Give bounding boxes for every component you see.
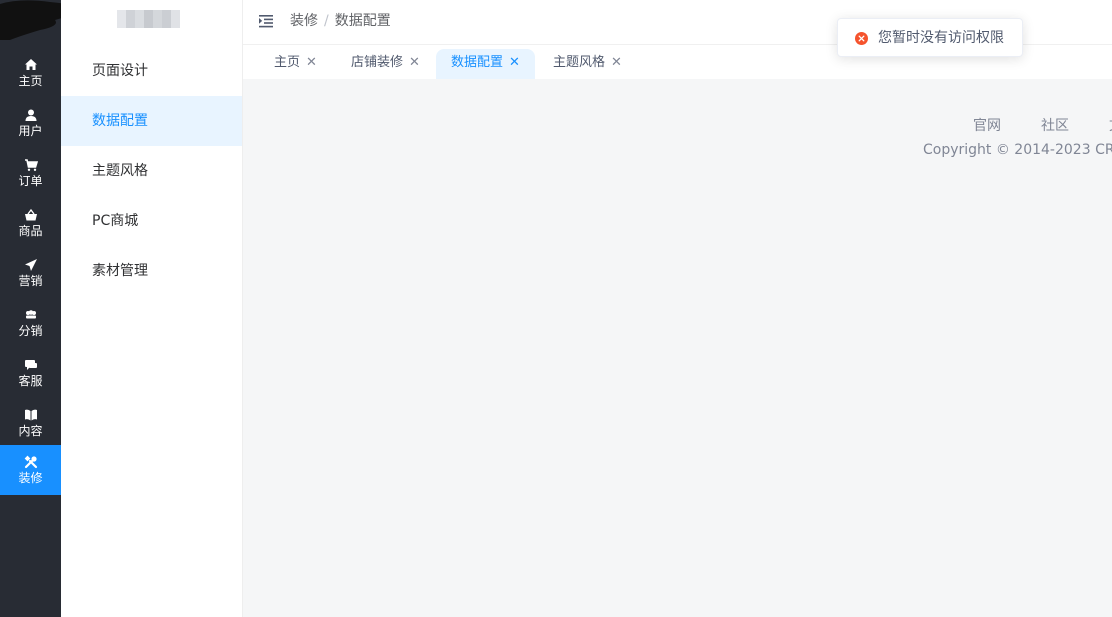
sidebar-item-users[interactable]: 用户 (0, 100, 61, 150)
submenu-item-data-config[interactable]: 数据配置 (61, 96, 242, 146)
cart-icon (24, 158, 38, 172)
error-circle-icon (855, 32, 868, 45)
tools-icon (24, 455, 38, 469)
menu-collapse-icon[interactable] (258, 13, 274, 29)
sidebar-item-label: 内容 (18, 424, 43, 438)
tab-data-config[interactable]: 数据配置 ✕ (436, 49, 535, 79)
sidebar-item-marketing[interactable]: 营销 (0, 250, 61, 300)
breadcrumb-parent[interactable]: 装修 (290, 13, 318, 29)
footer-links: 官网社区文 (973, 115, 1112, 135)
paper-plane-icon (24, 258, 38, 272)
sidebar-item-orders[interactable]: 订单 (0, 150, 61, 200)
sidebar-item-distribution[interactable]: 分销 (0, 300, 61, 350)
breadcrumb-separator: / (324, 13, 329, 29)
tab-theme-style[interactable]: 主题风格 ✕ (538, 49, 637, 79)
footer-link-official-site[interactable]: 官网 (973, 118, 1001, 134)
brand-logo-blurred (117, 10, 187, 28)
sidebar-item-label: 客服 (18, 374, 43, 388)
submenu-item-pc-mall[interactable]: PC商城 (61, 196, 242, 246)
sidebar-item-service[interactable]: 客服 (0, 350, 61, 400)
sidebar-item-label: 装修 (18, 471, 43, 485)
book-icon (24, 408, 38, 422)
group-icon (24, 308, 38, 322)
tab-home[interactable]: 主页 ✕ (259, 49, 332, 79)
main-content: 官网社区文 Copyright © 2014-2023 CRME (243, 79, 1112, 617)
sidebar-item-decoration[interactable]: 装修 (0, 445, 61, 495)
submenu-item-materials[interactable]: 素材管理 (61, 246, 242, 296)
tab-store-decoration[interactable]: 店铺装修 ✕ (336, 49, 435, 79)
close-icon[interactable]: ✕ (409, 49, 420, 77)
submenu-item-page-design[interactable]: 页面设计 (61, 46, 242, 96)
breadcrumb: 装修 / 数据配置 (290, 12, 391, 30)
footer-link-community[interactable]: 社区 (1041, 118, 1069, 134)
sidebar-item-label: 订单 (18, 174, 43, 188)
tab-label: 数据配置 (451, 55, 504, 70)
sidebar-item-label: 商品 (18, 224, 43, 238)
tab-label: 主页 (274, 55, 301, 70)
close-icon[interactable]: ✕ (509, 49, 520, 77)
close-icon[interactable]: ✕ (306, 49, 317, 77)
error-toast: 您暂时没有访问权限 (837, 18, 1023, 57)
submenu-item-theme-style[interactable]: 主题风格 (61, 146, 242, 196)
toast-message: 您暂时没有访问权限 (878, 30, 1004, 46)
chat-icon (24, 358, 38, 372)
sidebar-item-label: 分销 (18, 324, 43, 338)
tab-label: 主题风格 (553, 55, 606, 70)
submenu-sidebar: 页面设计 数据配置 主题风格 PC商城 素材管理 (61, 0, 243, 617)
copyright-text: Copyright © 2014-2023 CRME (923, 142, 1112, 158)
sidebar-item-label: 营销 (18, 274, 43, 288)
tab-label: 店铺装修 (351, 55, 404, 70)
sidebar-item-home[interactable]: 主页 (0, 50, 61, 100)
sidebar-item-products[interactable]: 商品 (0, 200, 61, 250)
close-icon[interactable]: ✕ (611, 49, 622, 77)
home-icon (24, 58, 38, 72)
sidebar-item-label: 用户 (18, 124, 43, 138)
main-sidebar: 主页 用户 订单 商品 营销 分销 客服 内容 装修 (0, 0, 82, 617)
sidebar-item-content[interactable]: 内容 (0, 400, 61, 450)
basket-icon (24, 208, 38, 222)
sidebar-item-label: 主页 (18, 74, 43, 88)
user-icon (24, 108, 38, 122)
breadcrumb-current: 数据配置 (334, 13, 391, 29)
